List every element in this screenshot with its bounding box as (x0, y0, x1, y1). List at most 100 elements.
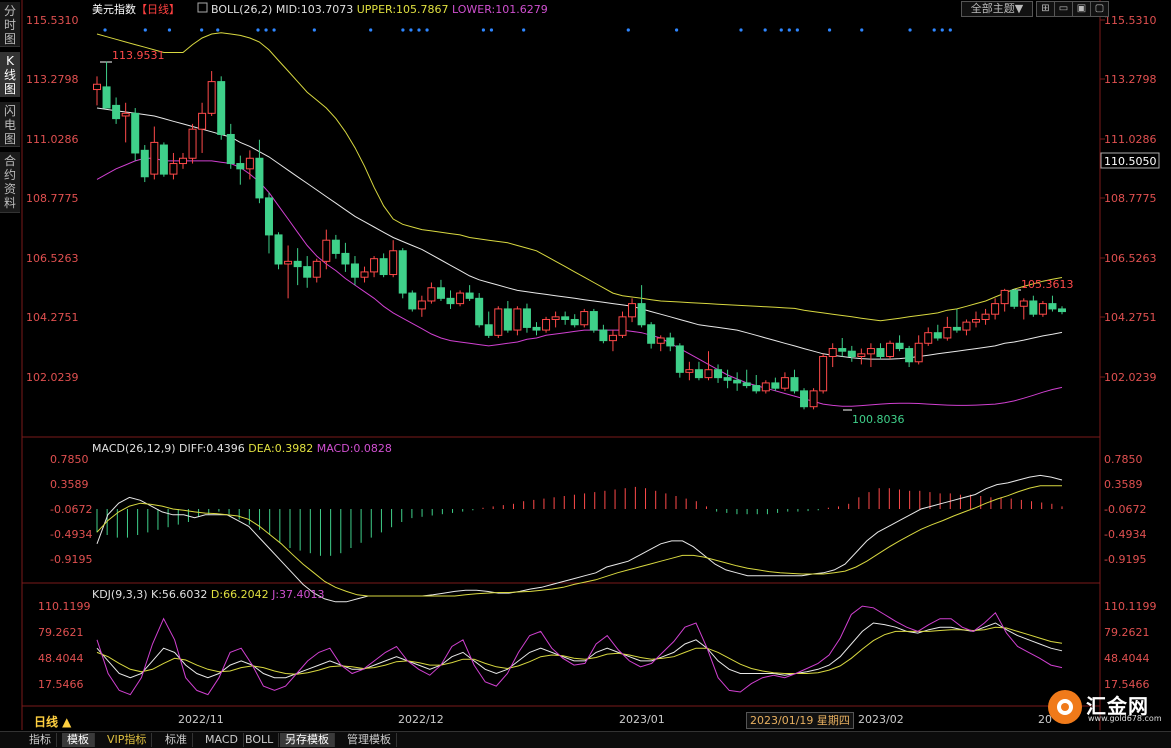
candle[interactable] (264, 197, 273, 236)
candle[interactable] (991, 303, 1000, 315)
candle[interactable] (465, 292, 474, 299)
candle[interactable] (761, 382, 770, 392)
candle[interactable] (1019, 300, 1028, 307)
candle[interactable] (1029, 300, 1038, 315)
theme-dropdown[interactable]: 全部主题▼ (961, 1, 1033, 17)
candle[interactable] (484, 324, 493, 336)
candle[interactable] (608, 334, 617, 342)
candle[interactable] (217, 81, 226, 135)
indicator-icon[interactable] (197, 2, 208, 13)
layout-split-icon[interactable]: ▣ (1072, 1, 1091, 17)
candle[interactable] (542, 318, 551, 331)
tab-templates[interactable]: 模板 (62, 733, 95, 747)
candle[interactable] (914, 342, 923, 363)
candle[interactable] (618, 316, 627, 336)
candle[interactable] (398, 250, 407, 294)
candle[interactable] (207, 81, 216, 114)
tab-macd[interactable]: MACD (200, 733, 244, 747)
layout-single-icon[interactable]: ▭ (1054, 1, 1073, 17)
candle[interactable] (924, 332, 933, 344)
candle[interactable] (876, 348, 885, 357)
layout-grid-icon[interactable]: ⊞ (1036, 1, 1055, 17)
candle[interactable] (886, 342, 895, 357)
candle[interactable] (408, 292, 417, 310)
candle[interactable] (140, 149, 149, 178)
candle[interactable] (427, 287, 436, 302)
candle[interactable] (599, 329, 608, 342)
tab-vip-indicators[interactable]: VIP指标 (102, 733, 153, 747)
candle[interactable] (532, 326, 541, 331)
candle[interactable] (284, 260, 293, 265)
candle[interactable] (1038, 303, 1047, 315)
tab-contract-info[interactable]: 合约资料 (0, 152, 20, 213)
candle[interactable] (771, 382, 780, 389)
candle[interactable] (446, 297, 455, 305)
candle[interactable] (933, 332, 942, 339)
candle[interactable] (102, 86, 111, 109)
candle[interactable] (857, 353, 866, 357)
maximize-icon[interactable]: ▢ (1090, 1, 1109, 17)
candle[interactable] (714, 369, 723, 379)
candle[interactable] (169, 163, 178, 175)
candle[interactable] (112, 104, 121, 120)
candle[interactable] (150, 141, 159, 175)
candlesticks[interactable] (93, 61, 1066, 410)
candle[interactable] (666, 337, 675, 347)
candle[interactable] (513, 308, 522, 331)
candle[interactable] (780, 377, 789, 389)
tab-flash-chart[interactable]: 闪电图 (0, 102, 20, 147)
candle[interactable] (742, 382, 751, 387)
candle[interactable] (159, 144, 168, 175)
chart-canvas[interactable]: 115.5310 115.5310 113.2798 113.2798 111.0286… (0, 0, 1171, 747)
tab-manage-templates[interactable]: 管理模板 (342, 733, 397, 747)
candle[interactable] (93, 83, 101, 91)
tab-timeshare[interactable]: 分时图 (0, 2, 20, 47)
candle[interactable] (389, 250, 398, 276)
candle[interactable] (752, 385, 761, 392)
candle[interactable] (226, 133, 235, 165)
candle[interactable] (331, 239, 340, 254)
candle[interactable] (494, 308, 503, 336)
tab-save-template[interactable]: 另存模板 (280, 733, 335, 747)
candle[interactable] (656, 337, 665, 344)
candle[interactable] (379, 258, 388, 276)
candle[interactable] (341, 252, 350, 265)
candle[interactable] (551, 316, 560, 320)
candle[interactable] (637, 303, 646, 326)
candle[interactable] (274, 234, 283, 265)
candle[interactable] (322, 239, 331, 262)
candle[interactable] (456, 292, 465, 305)
candle[interactable] (1048, 303, 1057, 310)
candle[interactable] (589, 311, 598, 331)
candle[interactable] (370, 258, 379, 273)
candle[interactable] (561, 316, 570, 320)
candle[interactable] (685, 369, 694, 373)
candle[interactable] (962, 321, 971, 331)
candle[interactable] (1010, 289, 1019, 307)
candle[interactable] (236, 163, 245, 170)
tab-indicators[interactable]: 指标 (24, 733, 57, 747)
candle[interactable] (522, 308, 531, 328)
candle[interactable] (293, 260, 302, 268)
candle[interactable] (245, 157, 254, 170)
candle[interactable] (131, 112, 140, 154)
candle[interactable] (475, 297, 484, 326)
period-selector[interactable]: 日线 ▲ (34, 714, 72, 729)
candle[interactable] (675, 345, 684, 373)
tab-standard[interactable]: 标准 (160, 733, 193, 747)
tab-kline[interactable]: K线图 (0, 52, 20, 97)
candle[interactable] (1000, 289, 1009, 305)
candle[interactable] (943, 326, 952, 339)
candle[interactable] (847, 350, 856, 357)
candle[interactable] (360, 271, 369, 278)
candle[interactable] (972, 318, 981, 323)
candle[interactable] (570, 318, 579, 326)
candle[interactable] (704, 369, 713, 379)
candle[interactable] (723, 377, 732, 381)
candle[interactable] (800, 390, 809, 408)
candle[interactable] (312, 260, 321, 278)
candle[interactable] (895, 342, 904, 350)
candle[interactable] (809, 390, 818, 408)
candle[interactable] (981, 313, 990, 320)
candle[interactable] (350, 263, 359, 278)
